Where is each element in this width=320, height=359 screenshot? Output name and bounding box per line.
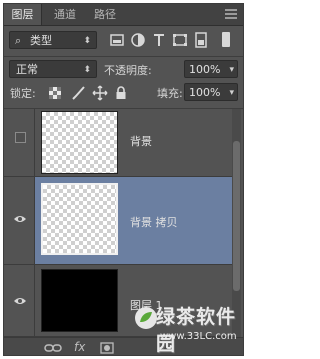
layer-row-background-copy[interactable]: 背景 拷贝 xyxy=(4,177,237,265)
layer-name: 背景 拷贝 xyxy=(130,216,178,229)
link-layers-icon[interactable] xyxy=(44,342,62,354)
lock-image-pixels-icon[interactable] xyxy=(70,85,86,101)
opacity-value: 100% xyxy=(189,63,221,76)
lock-all-icon[interactable] xyxy=(114,85,128,101)
watermark-url: www.33LC.com xyxy=(160,331,237,342)
lock-row: 锁定: 填充: 100% ▾ xyxy=(4,83,243,103)
layer-row-background[interactable]: 背景 xyxy=(4,109,237,177)
smart-object-filter-icon[interactable] xyxy=(192,31,210,49)
panel-tabs: 图层 通道 路径 xyxy=(4,4,243,26)
adjustment-filter-icon[interactable] xyxy=(129,31,147,49)
visibility-toggle[interactable] xyxy=(4,265,35,336)
search-icon: ⌕ xyxy=(15,34,22,47)
lock-transparent-pixels-icon[interactable] xyxy=(48,86,62,100)
fill-field[interactable]: 100% ▾ xyxy=(184,83,238,101)
layer-thumbnail xyxy=(41,111,118,174)
filter-kind-value: 类型 xyxy=(30,34,52,47)
visibility-toggle[interactable] xyxy=(4,109,35,176)
tab-paths[interactable]: 路径 xyxy=(88,4,122,25)
stepper-arrows-icon: ⬍ xyxy=(83,36,91,46)
tab-layers[interactable]: 图层 xyxy=(4,4,42,25)
chevron-down-icon[interactable]: ▾ xyxy=(229,61,234,79)
lock-position-icon[interactable] xyxy=(92,85,108,101)
visibility-off-icon xyxy=(15,132,26,143)
image-filter-icon[interactable] xyxy=(108,31,126,49)
scrollbar-thumb[interactable] xyxy=(233,141,240,291)
layer-name: 背景 xyxy=(130,135,152,148)
panel-menu-icon[interactable] xyxy=(225,9,237,19)
leaf-logo-icon xyxy=(135,307,157,329)
opacity-label: 不透明度: xyxy=(104,64,152,77)
layer-thumbnail xyxy=(41,269,118,332)
lock-label: 锁定: xyxy=(10,87,36,100)
shape-filter-icon[interactable] xyxy=(171,31,189,49)
filter-toggle-switch[interactable] xyxy=(222,32,230,47)
fill-value: 100% xyxy=(189,86,221,99)
blend-mode-value: 正常 xyxy=(16,63,38,76)
layer-thumbnail xyxy=(41,183,118,255)
watermark-title: 绿茶软件园 xyxy=(156,306,237,355)
visibility-toggle[interactable] xyxy=(4,177,35,264)
tab-channels[interactable]: 通道 xyxy=(48,4,82,25)
fill-label: 填充: xyxy=(157,87,183,100)
filter-row: ⌕ 类型 ⬍ xyxy=(4,31,243,51)
opacity-field[interactable]: 100% ▾ xyxy=(184,60,238,78)
add-mask-icon[interactable] xyxy=(100,342,114,354)
divider xyxy=(4,56,243,57)
blend-mode-select[interactable]: 正常 ⬍ xyxy=(9,60,97,78)
blend-row: 正常 ⬍ 不透明度: 100% ▾ xyxy=(4,60,243,80)
layer-style-icon[interactable]: fx xyxy=(74,340,85,354)
filter-kind-select[interactable]: ⌕ 类型 ⬍ xyxy=(9,31,97,49)
chevron-down-icon[interactable]: ▾ xyxy=(229,84,234,102)
eye-icon xyxy=(14,216,26,222)
type-filter-icon[interactable] xyxy=(150,31,168,49)
eye-icon xyxy=(14,298,26,304)
watermark: 绿茶软件园 www.33LC.com xyxy=(134,300,246,355)
stepper-arrows-icon: ⬍ xyxy=(83,65,91,75)
